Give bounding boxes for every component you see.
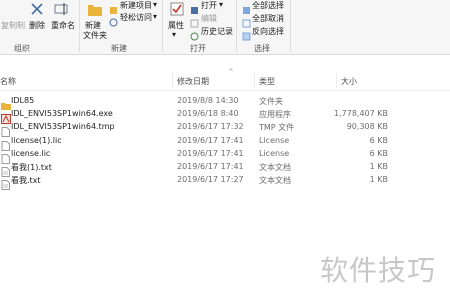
file-modified: 2019/6/18 8:40 <box>177 109 239 119</box>
open-icon <box>190 0 199 14</box>
file-type: License <box>259 135 290 145</box>
group-new-label: 新建 <box>111 44 127 53</box>
sort-up-icon: ^ <box>228 68 234 76</box>
text-file-icon <box>1 162 10 177</box>
file-size: 6 KB <box>369 148 388 158</box>
column-name[interactable]: 名称 <box>0 76 16 87</box>
history-button[interactable]: 历史记录 <box>201 26 233 37</box>
file-row[interactable]: IDL_ENVI53SP1win64.tmp 2019/6/17 17:32 TMP… <box>0 121 450 138</box>
select-none-button[interactable]: 全部取消 <box>252 13 284 24</box>
rename-icon[interactable] <box>54 1 70 15</box>
invert-selection-icon <box>242 26 251 41</box>
file-size: 90,308 KB <box>346 122 388 132</box>
edit-button[interactable]: 编辑 <box>201 13 217 24</box>
file-size: 6 KB <box>369 135 388 145</box>
file-icon <box>1 149 10 164</box>
chevron-down-icon[interactable]: ▾ <box>153 0 157 9</box>
select-none-icon <box>242 13 251 28</box>
column-header-row: ^ 名称 修改日期 类型 大小 <box>0 68 450 91</box>
file-row[interactable]: 看我.txt 2019/6/17 17:27 文本文档 1 KB <box>0 174 450 191</box>
group-open-label: 打开 <box>190 44 206 53</box>
text-file-icon <box>1 175 10 191</box>
file-row[interactable]: license.lic 2019/6/17 17:41 License 6 KB <box>0 148 450 164</box>
file-modified: 2019/6/17 17:27 <box>177 175 244 185</box>
file-modified: 2019/6/17 17:41 <box>177 148 244 158</box>
file-icon <box>1 122 10 138</box>
watermark: 软件技巧 <box>320 254 437 287</box>
file-modified: 2019/8/8 14:30 <box>177 96 239 105</box>
exe-icon <box>1 109 11 125</box>
easy-access-button[interactable]: 轻松访问 <box>120 12 152 23</box>
file-icon <box>1 136 10 151</box>
group-organize-label: 组织 <box>14 44 30 53</box>
invert-selection-button[interactable]: 反向选择 <box>252 26 284 37</box>
column-size[interactable]: 大小 <box>341 76 357 87</box>
delete-button[interactable]: 删除 <box>29 20 45 31</box>
edit-icon <box>190 13 199 28</box>
file-type: 文本文档 <box>259 163 291 172</box>
file-row[interactable]: license(1).lic 2019/6/17 17:41 License 6 KB <box>0 135 450 151</box>
folder-icon <box>1 96 11 110</box>
ribbon: 复制制 删除 重命名 组织 新建 文件夹 新建项目 ▾ 轻松访问 ▾ 新建 属性… <box>0 0 450 55</box>
history-icon <box>190 26 199 41</box>
file-name: license(1).lic <box>11 135 62 145</box>
new-item-button[interactable]: 新建项目 <box>120 0 152 11</box>
file-row[interactable]: IDL85 2019/8/8 14:30 文件夹 <box>0 95 450 110</box>
new-item-icon <box>109 0 118 14</box>
column-type[interactable]: 类型 <box>259 76 275 87</box>
group-select-label: 选择 <box>254 44 270 53</box>
file-modified: 2019/6/17 17:41 <box>177 135 244 145</box>
new-folder-label-2[interactable]: 文件夹 <box>83 30 107 41</box>
column-modified[interactable]: 修改日期 <box>177 76 209 87</box>
file-name: IDL85 <box>11 96 35 105</box>
chevron-down-icon[interactable]: ▾ <box>153 12 157 21</box>
rename-button[interactable]: 重命名 <box>51 20 75 31</box>
file-row[interactable]: 看我(1).txt 2019/6/17 17:41 文本文档 1 KB <box>0 161 450 177</box>
chevron-down-icon[interactable]: ▾ <box>172 30 176 39</box>
file-type: License <box>259 148 290 158</box>
file-size: 1 KB <box>369 162 388 171</box>
file-size: 1 KB <box>369 175 388 185</box>
easy-access-icon <box>109 12 118 27</box>
file-name: IDL_ENVI53SP1win64.exe <box>11 109 113 119</box>
file-name: 看我.txt <box>11 176 41 186</box>
file-type: 文本文档 <box>259 176 291 186</box>
properties-icon[interactable] <box>170 1 184 16</box>
copy-path-label[interactable]: 复制制 <box>1 20 25 31</box>
open-button[interactable]: 打开 <box>201 0 217 11</box>
file-type: TMP 文件 <box>259 123 295 133</box>
chevron-down-icon[interactable]: ▾ <box>219 0 223 9</box>
file-modified: 2019/6/17 17:32 <box>177 122 244 132</box>
delete-icon[interactable] <box>30 1 44 15</box>
file-size: 1,778,407 KB <box>334 109 388 119</box>
select-all-button[interactable]: 全部选择 <box>252 0 284 11</box>
new-folder-icon[interactable] <box>87 1 103 17</box>
file-name: IDL_ENVI53SP1win64.tmp <box>11 122 115 132</box>
file-type: 文件夹 <box>259 97 283 106</box>
file-modified: 2019/6/17 17:41 <box>177 162 244 171</box>
select-all-icon <box>242 0 251 14</box>
file-type: 应用程序 <box>259 110 291 120</box>
file-row[interactable]: IDL_ENVI53SP1win64.exe 2019/6/18 8:40 应用程序… <box>0 108 450 125</box>
file-name: license.lic <box>11 148 51 158</box>
file-name: 看我(1).txt <box>11 163 52 172</box>
